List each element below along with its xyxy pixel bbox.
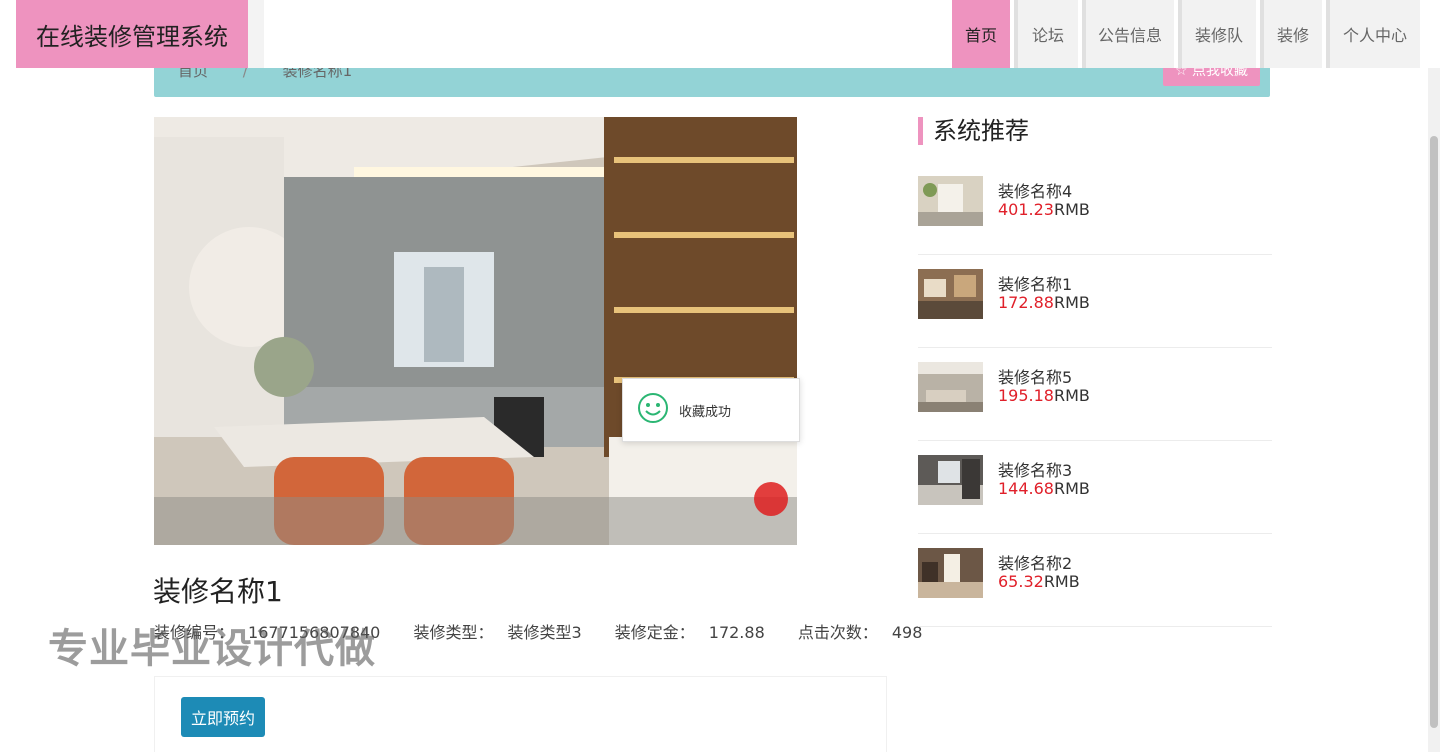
- price-value: 195.18: [998, 386, 1054, 405]
- price-value: 65.32: [998, 572, 1044, 591]
- recommendation-name[interactable]: 装修名称3: [998, 457, 1072, 481]
- toast-text: 收藏成功: [679, 404, 732, 420]
- product-image: [154, 117, 797, 545]
- cursor-click-indicator: [754, 482, 788, 516]
- recommendation-name[interactable]: 装修名称4: [998, 178, 1072, 202]
- price-unit: RMB: [1053, 293, 1090, 312]
- recommendation-thumbnail: [918, 176, 983, 226]
- recommendation-name[interactable]: 装修名称2: [998, 550, 1072, 574]
- meta-deposit-label: 装修定金：: [614, 623, 695, 642]
- scrollbar-thumb[interactable]: [1430, 136, 1438, 728]
- book-now-button[interactable]: 立即预约: [181, 697, 265, 737]
- watermark-overlay: 专业毕业设计代做: [48, 626, 376, 672]
- price-unit: RMB: [1053, 200, 1090, 219]
- meta-clicks: 点击次数： 498: [798, 623, 937, 642]
- price-unit: RMB: [1053, 479, 1090, 498]
- brand-divider: [248, 0, 264, 68]
- meta-type-label: 装修类型：: [413, 623, 494, 642]
- nav-forum[interactable]: 论坛: [1014, 0, 1078, 68]
- price-unit: RMB: [1043, 572, 1080, 591]
- smile-icon: [637, 392, 669, 428]
- top-navbar: 在线装修管理系统 首页 论坛 公告信息 装修队 装修 个人中心: [0, 0, 1428, 68]
- price-value: 401.23: [998, 200, 1054, 219]
- product-title: 装修名称1: [153, 575, 283, 608]
- recommendation-price: 195.18RMB: [998, 386, 1090, 405]
- main-nav: 首页 论坛 公告信息 装修队 装修 个人中心: [948, 0, 1420, 68]
- recommendation-price: 172.88RMB: [998, 293, 1090, 312]
- kitchen-photo: [154, 117, 797, 545]
- recommendation-thumbnail: [918, 362, 983, 412]
- recommendation-thumbnail: [918, 269, 983, 319]
- page: 在线装修管理系统 首页 论坛 公告信息 装修队 装修 个人中心 首页 / 装修名…: [0, 0, 1440, 752]
- price-value: 144.68: [998, 479, 1054, 498]
- meta-type: 装修类型： 装修类型3: [413, 623, 595, 642]
- recommendation-thumbnail: [918, 548, 983, 598]
- recommendation-name[interactable]: 装修名称5: [998, 364, 1072, 388]
- booking-panel: 立即预约: [154, 676, 887, 752]
- meta-deposit-value: 172.88: [708, 623, 765, 642]
- nav-home[interactable]: 首页: [952, 0, 1010, 68]
- nav-announcements[interactable]: 公告信息: [1082, 0, 1174, 68]
- page-scrollbar[interactable]: [1428, 68, 1440, 752]
- recommendation-item[interactable]: 装修名称4 401.23RMB: [918, 162, 1272, 255]
- nav-decoration-team[interactable]: 装修队: [1178, 0, 1256, 68]
- recommendation-item[interactable]: 装修名称5 195.18RMB: [918, 348, 1272, 441]
- recommendation-price: 144.68RMB: [998, 479, 1090, 498]
- app-title[interactable]: 在线装修管理系统: [16, 0, 248, 68]
- meta-type-value: 装修类型3: [507, 623, 582, 642]
- price-value: 172.88: [998, 293, 1054, 312]
- recommendation-list: 装修名称4 401.23RMB 装修名称1 172.88RMB 装修名称5 19…: [918, 162, 1272, 627]
- sidebar-title: 系统推荐: [918, 117, 1029, 145]
- recommendation-item[interactable]: 装修名称1 172.88RMB: [918, 255, 1272, 348]
- toast-message: 收藏成功: [622, 378, 800, 442]
- recommendation-name[interactable]: 装修名称1: [998, 271, 1072, 295]
- meta-clicks-label: 点击次数：: [797, 623, 878, 642]
- meta-deposit: 装修定金： 172.88: [615, 623, 779, 642]
- recommendation-price: 401.23RMB: [998, 200, 1090, 219]
- nav-decoration[interactable]: 装修: [1260, 0, 1322, 68]
- nav-personal-center[interactable]: 个人中心: [1326, 0, 1420, 68]
- recommendation-item[interactable]: 装修名称2 65.32RMB: [918, 534, 1272, 627]
- recommendation-item[interactable]: 装修名称3 144.68RMB: [918, 441, 1272, 534]
- price-unit: RMB: [1053, 386, 1090, 405]
- recommendation-thumbnail: [918, 455, 983, 505]
- recommendation-price: 65.32RMB: [998, 572, 1080, 591]
